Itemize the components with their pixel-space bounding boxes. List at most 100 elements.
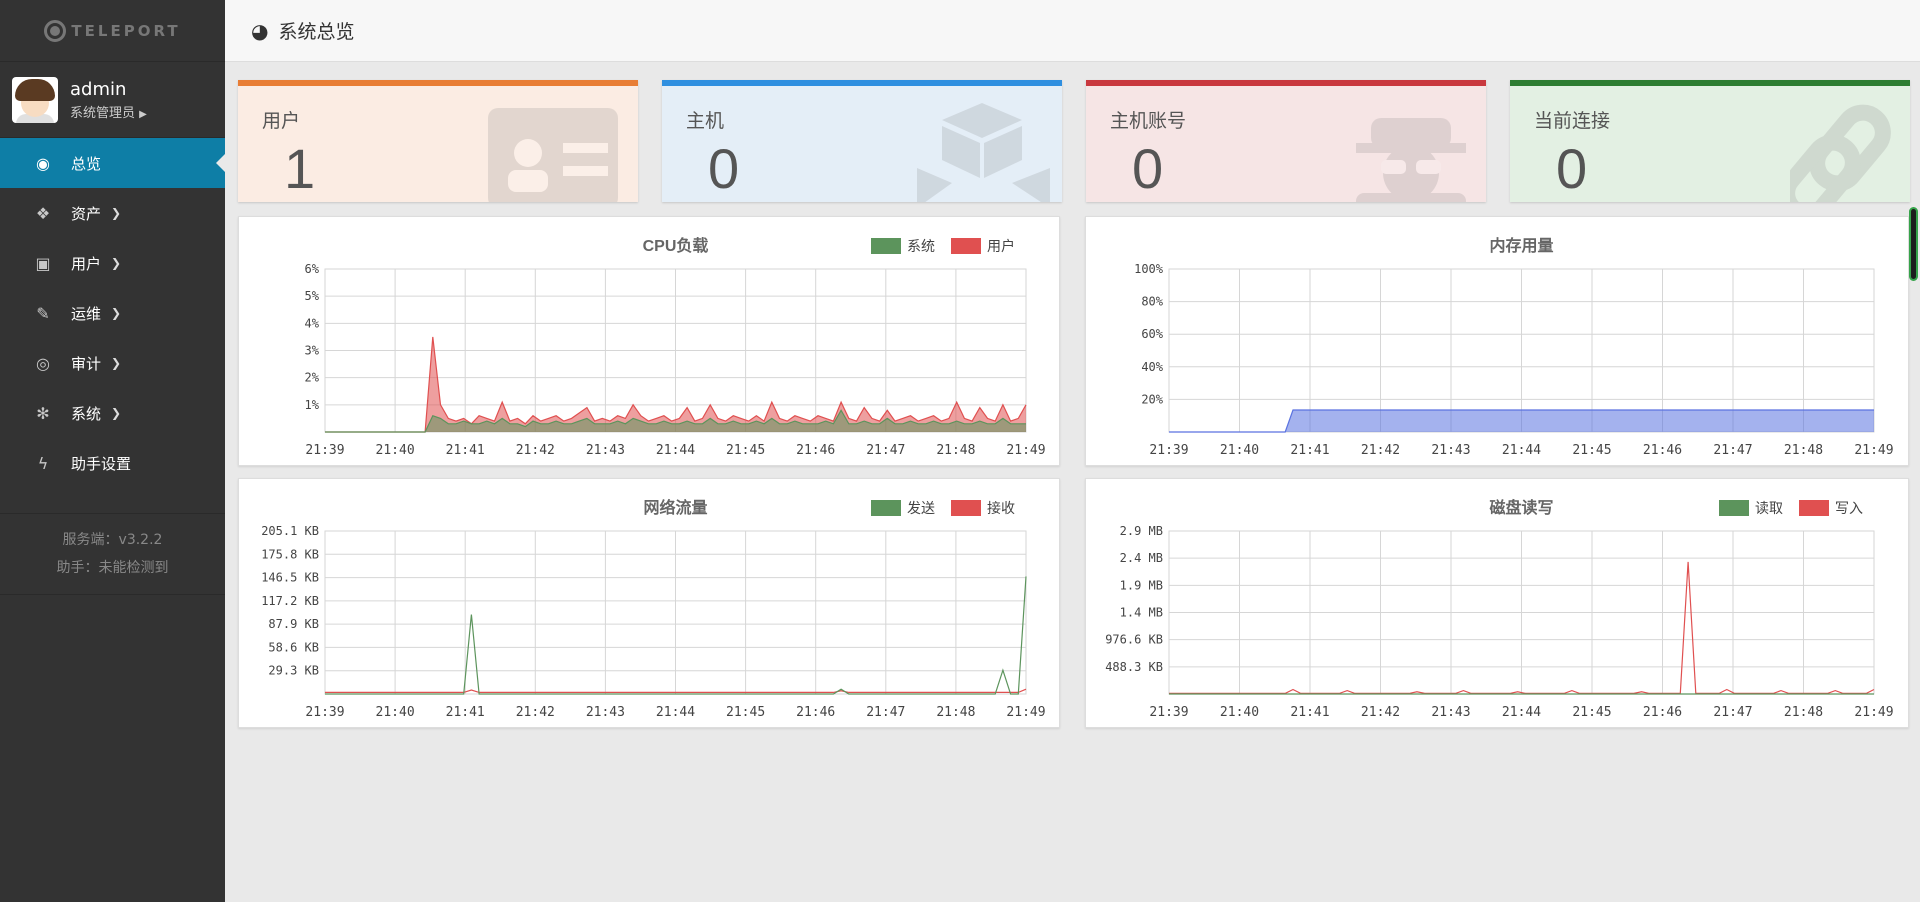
y-tick-label: 40% <box>1141 360 1163 374</box>
sidebar: TELEPORT admin 系统管理员 ▶ ◉ 总览 ❖ 资产 ❯ ▣ 用户 ❯ ✎ 运维 ❯ ◎ 审… <box>0 0 225 902</box>
x-tick-label: 21:49 <box>1006 443 1045 458</box>
server-version: 服务端：v3.2.2 <box>62 532 163 548</box>
sidebar-item-6[interactable]: ϟ 助手设置 <box>0 438 225 488</box>
dashboard-icon: ◕ <box>251 18 269 43</box>
sidebar-item-2[interactable]: ▣ 用户 ❯ <box>0 238 225 288</box>
y-tick-label: 117.2 KB <box>261 594 319 608</box>
legend-label: 写入 <box>1835 500 1863 516</box>
sidebar-item-3[interactable]: ✎ 运维 ❯ <box>0 288 225 338</box>
y-tick-label: 60% <box>1141 327 1163 341</box>
sidebar-item-label: 资产 <box>71 204 102 223</box>
x-tick-label: 21:49 <box>1854 443 1893 458</box>
x-tick-label: 21:46 <box>796 443 835 458</box>
sidebar-item-label: 系统 <box>71 404 102 423</box>
y-tick-label: 976.6 KB <box>1105 633 1163 647</box>
y-tick-label: 2.4 MB <box>1120 551 1163 565</box>
y-tick-label: 5% <box>305 289 320 303</box>
user-role[interactable]: 系统管理员 ▶ <box>70 102 147 121</box>
chart-1: 内存用量 21:39 21:40 21:41 21:42 21:43 21:44 21:45 2… <box>1134 236 1893 458</box>
x-tick-label: 21:41 <box>446 705 485 720</box>
sidebar-item-label: 总览 <box>71 154 102 173</box>
stat-card-title: 主机 <box>686 110 725 132</box>
sidebar-item-5[interactable]: ✻ 系统 ❯ <box>0 388 225 438</box>
chevron-right-icon: ❯ <box>111 306 122 320</box>
chevron-right-icon: ❯ <box>111 256 122 270</box>
bolt-icon: ϟ <box>37 453 49 473</box>
x-tick-label: 21:48 <box>1784 443 1823 458</box>
x-tick-label: 21:42 <box>1361 443 1400 458</box>
x-tick-label: 21:44 <box>656 705 695 720</box>
x-tick-label: 21:41 <box>446 443 485 458</box>
x-tick-label: 21:47 <box>866 443 905 458</box>
x-tick-label: 21:44 <box>1502 443 1541 458</box>
x-tick-label: 21:43 <box>586 705 625 720</box>
x-tick-label: 21:48 <box>936 705 975 720</box>
x-tick-label: 21:48 <box>1784 705 1823 720</box>
logo[interactable]: TELEPORT <box>0 0 225 62</box>
x-tick-label: 21:47 <box>1713 443 1752 458</box>
x-tick-label: 21:40 <box>376 443 415 458</box>
sidebar-item-label: 运维 <box>71 304 102 323</box>
chart-title: CPU负载 <box>643 236 709 255</box>
cubes-icon: ❖ <box>35 203 51 223</box>
sidebar-item-4[interactable]: ◎ 审计 ❯ <box>0 338 225 388</box>
wrench-icon: ✎ <box>36 303 50 323</box>
caret-right-icon: ▶ <box>139 108 147 120</box>
y-tick-label: 58.6 KB <box>268 640 319 654</box>
scrollbar[interactable] <box>1909 207 1918 281</box>
x-tick-label: 21:49 <box>1854 705 1893 720</box>
user-name: admin <box>70 78 127 100</box>
x-tick-label: 21:44 <box>1502 705 1541 720</box>
sidebar-item-label: 助手设置 <box>71 454 132 473</box>
sidebar-item-0[interactable]: ◉ 总览 <box>0 138 225 188</box>
id-card-icon <box>478 98 628 202</box>
y-tick-label: 100% <box>1134 262 1164 276</box>
x-tick-label: 21:47 <box>1713 705 1752 720</box>
x-tick-label: 21:44 <box>656 443 695 458</box>
y-tick-label: 488.3 KB <box>1105 660 1163 674</box>
sidebar-item-label: 用户 <box>71 254 102 273</box>
x-tick-label: 21:42 <box>1361 705 1400 720</box>
y-tick-label: 87.9 KB <box>268 617 319 631</box>
y-tick-label: 20% <box>1141 392 1163 406</box>
legend-swatch <box>951 238 981 254</box>
x-tick-label: 21:40 <box>376 705 415 720</box>
legend-label: 系统 <box>907 238 935 254</box>
x-tick-label: 21:43 <box>1431 443 1470 458</box>
network-chart-panel: 网络流量 发送 接收 21:39 21:40 21:41 21:42 21:43 21:44 21… <box>238 478 1060 728</box>
x-tick-label: 21:43 <box>1431 705 1470 720</box>
stat-card-1[interactable]: 主机 0 <box>662 80 1062 202</box>
legend-label: 接收 <box>987 500 1015 516</box>
address-card-icon: ▣ <box>35 253 51 273</box>
avatar <box>12 76 58 123</box>
stat-card-2[interactable]: 主机账号 0 <box>1086 80 1486 202</box>
y-tick-label: 4% <box>305 316 320 330</box>
stat-card-3[interactable]: 当前连接 0 <box>1510 80 1910 202</box>
stat-card-value: 0 <box>1556 137 1588 200</box>
teleport-logo-icon <box>44 19 67 42</box>
chart-title: 网络流量 <box>643 498 707 517</box>
sidebar-item-1[interactable]: ❖ 资产 ❯ <box>0 188 225 238</box>
cubes-icon <box>912 98 1052 202</box>
page-header: ◕ 系统总览 <box>225 0 1920 62</box>
page-title: 系统总览 <box>278 21 355 43</box>
x-tick-label: 21:43 <box>586 443 625 458</box>
user-panel[interactable]: admin 系统管理员 ▶ <box>0 62 225 138</box>
chart-2: 网络流量 发送 接收 21:39 21:40 21:41 21:42 21:43 21:44 21… <box>261 498 1045 720</box>
x-tick-label: 21:47 <box>866 705 905 720</box>
y-tick-label: 1% <box>305 398 320 412</box>
x-tick-label: 21:40 <box>1220 443 1259 458</box>
eye-icon: ◎ <box>36 353 50 373</box>
x-tick-label: 21:48 <box>936 443 975 458</box>
link-icon <box>1779 98 1900 202</box>
stat-card-value: 0 <box>1132 137 1164 200</box>
x-tick-label: 21:46 <box>1643 443 1682 458</box>
y-tick-label: 2.9 MB <box>1120 524 1163 538</box>
stat-card-0[interactable]: 用户 1 <box>238 80 638 202</box>
legend-label: 发送 <box>907 500 935 516</box>
legend-swatch <box>1799 500 1829 516</box>
sidebar-item-label: 审计 <box>71 354 102 373</box>
gear-icon: ✻ <box>36 403 50 423</box>
stat-card-title: 主机账号 <box>1110 110 1187 132</box>
dashboard-icon: ◉ <box>36 153 50 173</box>
